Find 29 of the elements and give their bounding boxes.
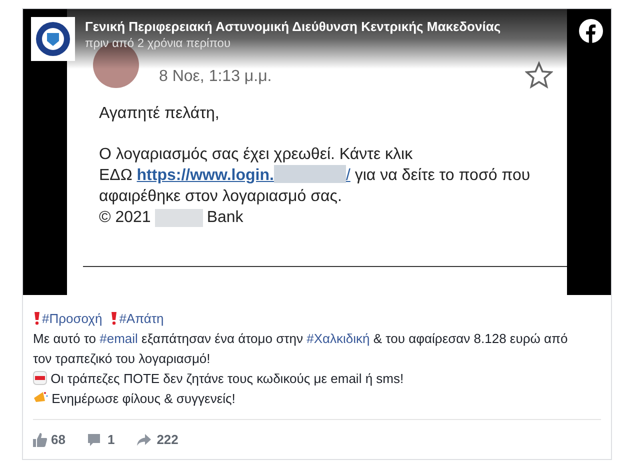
greeting-text: Αγαπητέ πελάτη, [99, 104, 220, 124]
link-end: / [346, 167, 350, 184]
share-count: 222 [156, 430, 178, 449]
share-arrow-icon[interactable] [136, 434, 151, 446]
post-text: Με αυτό το #email εξαπάτησαν ένα άτομο στην #Χαλκιδική & του αφαίρεσαν 8.128 ευρώ από τον τραπεζικό του λογαριασμό! [33, 330, 569, 368]
page-name[interactable]: Γενική Περιφερειακή Αστυνομική Διεύθυνση Κεντρικής Μακεδονίας [85, 19, 501, 35]
hashtag-link[interactable]: #email [100, 331, 138, 346]
message-text: Ο λογαριασμός σας έχει χρεωθεί. Κάντε κλικ [99, 145, 414, 165]
exclamation-icon [33, 311, 41, 325]
thumbs-up-icon[interactable] [33, 432, 47, 446]
copyright-text: © 2021 [99, 208, 151, 228]
comment-icon[interactable] [87, 432, 102, 446]
comment-count: 1 [107, 430, 115, 449]
sos-icon [33, 371, 47, 385]
facebook-logo-icon[interactable] [579, 19, 603, 43]
bank-text: Bank [206, 208, 244, 228]
megaphone-icon [33, 390, 48, 405]
redaction-block [154, 208, 203, 226]
star-icon[interactable] [525, 61, 553, 89]
exclamation-icon [110, 311, 118, 325]
message-date: 8 Νοε, 1:13 μ.μ. [159, 67, 272, 87]
hashtag-link[interactable]: #Απάτη [119, 311, 164, 326]
post-text: Οι τράπεζες ΠΟΤΕ δεν ζητάνε τους κωδικούς με email ή sms! [33, 369, 581, 389]
hashtag-link[interactable]: #Χαλκιδική [306, 331, 370, 346]
message-text: ΕΔΩ https://www.login. / για να δείτε το ποσό που αφαιρέθηκε στον λογαριασμό σας. [99, 165, 532, 207]
hashtag-link[interactable]: #Προσοχή [42, 311, 102, 326]
like-count: 68 [51, 430, 66, 449]
post-text: Ενημέρωσε φίλους & συγγενείς! [33, 389, 581, 409]
phishing-link[interactable]: https://www.login. [136, 167, 274, 184]
